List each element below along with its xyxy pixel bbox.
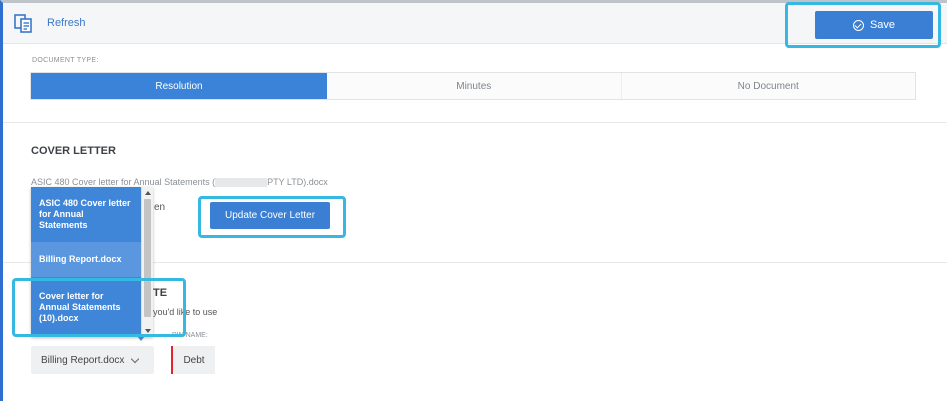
cover-letter-filename-suffix: PTY LTD).docx [267, 177, 328, 187]
document-type-selector: Resolution Minutes No Document [30, 72, 916, 100]
chevron-down-icon [131, 354, 140, 363]
update-cover-letter-button[interactable]: Update Cover Letter [210, 202, 330, 229]
dropdown-option[interactable]: Billing Report.docx [31, 242, 141, 277]
cover-letter-partial-text: en [154, 202, 166, 213]
dropdown-option-highlight [12, 278, 186, 337]
cover-letter-title: COVER LETTER [31, 145, 116, 157]
document-type-label: DOCUMENT TYPE: [32, 57, 99, 64]
redacted-text [215, 178, 268, 188]
doc-type-no-document[interactable]: No Document [620, 73, 916, 99]
template-file-select[interactable]: Billing Report.docx [31, 346, 154, 374]
doc-type-resolution[interactable]: Resolution [31, 73, 327, 99]
refresh-link[interactable]: Refresh [47, 17, 86, 29]
scroll-up-icon[interactable] [145, 191, 151, 195]
template-file-select-value: Billing Report.docx [41, 354, 125, 366]
cover-letter-filename: ASIC 480 Cover letter for Annual Stateme… [31, 177, 328, 188]
cover-letter-filename-prefix: ASIC 480 Cover letter for Annual Stateme… [31, 177, 216, 187]
toolbar: Refresh Save [3, 2, 947, 48]
doc-type-minutes[interactable]: Minutes [327, 73, 621, 99]
check-circle-icon [852, 19, 864, 31]
document-copy-icon[interactable] [14, 13, 34, 33]
section-divider [3, 122, 947, 123]
dropdown-option[interactable]: ASIC 480 Cover letter for Annual Stateme… [31, 187, 141, 242]
save-button-label: Save [869, 19, 896, 31]
pin-name-field[interactable]: Debt [171, 346, 215, 374]
save-button[interactable]: Save [815, 11, 933, 39]
